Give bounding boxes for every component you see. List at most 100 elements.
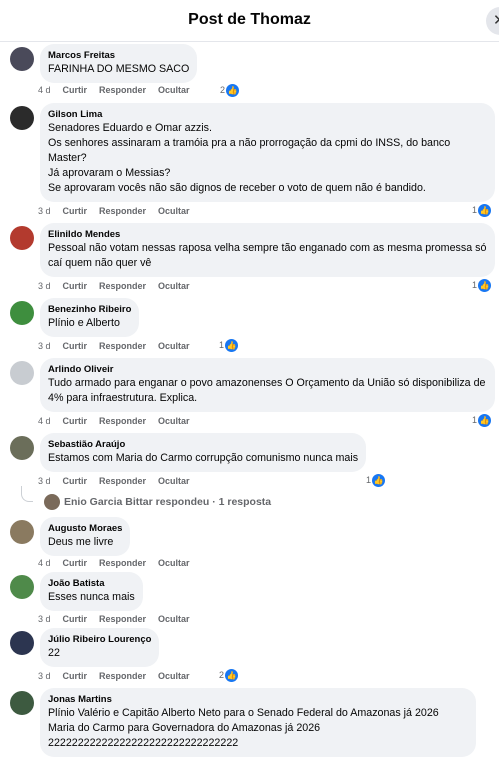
reply-button[interactable]: Responder <box>99 476 146 486</box>
reply-button[interactable]: Responder <box>99 614 146 624</box>
reaction-count[interactable]: 1 👍 <box>472 279 492 292</box>
comments-list: Marcos Freitas FARINHA DO MESMO SACO 4 d… <box>0 42 499 763</box>
reply-button[interactable]: Responder <box>99 671 146 681</box>
comment-text: Estamos com Maria do Carmo corrupção com… <box>48 452 359 464</box>
dialog-header: Post de Thomaz ✕ <box>0 0 499 42</box>
reaction-count[interactable]: 1 👍 <box>472 204 492 217</box>
avatar[interactable] <box>10 106 34 130</box>
hide-button[interactable]: Ocultar <box>158 341 190 351</box>
comment-time[interactable]: 3 d <box>38 476 51 486</box>
avatar[interactable] <box>10 361 34 385</box>
comment-bubble: Jonas Martins Plínio Valério e Capitão A… <box>40 688 476 757</box>
comment-bubble: Gilson Lima Senadores Eduardo e Omar azz… <box>40 103 495 202</box>
comment-author[interactable]: Jonas Martins <box>48 693 468 706</box>
like-count: 1 <box>219 339 225 350</box>
hide-button[interactable]: Ocultar <box>158 558 190 568</box>
comment-actions: 3 d Curtir Responder Ocultar <box>38 341 202 351</box>
avatar <box>44 494 60 510</box>
like-button[interactable]: Curtir <box>63 558 88 568</box>
avatar[interactable] <box>10 520 34 544</box>
comment-actions: 4 d Curtir Responder Ocultar <box>38 558 202 568</box>
avatar[interactable] <box>10 47 34 71</box>
comment-time[interactable]: 3 d <box>38 614 51 624</box>
reaction-count[interactable]: 1 👍 <box>366 474 386 487</box>
view-replies-link[interactable]: Enio Garcia Bittar respondeu · 1 respost… <box>44 494 271 510</box>
avatar[interactable] <box>10 301 34 325</box>
like-button[interactable]: Curtir <box>63 281 88 291</box>
hide-button[interactable]: Ocultar <box>158 416 190 426</box>
hide-button[interactable]: Ocultar <box>158 614 190 624</box>
like-count: 1 <box>472 204 478 215</box>
hide-button[interactable]: Ocultar <box>158 476 190 486</box>
hide-button[interactable]: Ocultar <box>158 206 190 216</box>
comment-author[interactable]: Gilson Lima <box>48 108 487 121</box>
reply-button[interactable]: Responder <box>99 85 146 95</box>
like-count: 1 <box>366 474 372 485</box>
comment-author[interactable]: Benezinho Ribeiro <box>48 303 131 316</box>
reply-button[interactable]: Responder <box>99 281 146 291</box>
like-button[interactable]: Curtir <box>63 671 88 681</box>
like-icon: 👍 <box>225 669 239 682</box>
hide-button[interactable]: Ocultar <box>158 85 190 95</box>
reply-summary: Enio Garcia Bittar respondeu · 1 respost… <box>64 495 272 508</box>
avatar[interactable] <box>10 575 34 599</box>
hide-button[interactable]: Ocultar <box>158 281 190 291</box>
like-button[interactable]: Curtir <box>63 476 88 486</box>
comment-author[interactable]: Júlio Ribeiro Lourenço <box>48 633 151 646</box>
like-button[interactable]: Curtir <box>63 341 88 351</box>
reply-button[interactable]: Responder <box>99 416 146 426</box>
comment-time[interactable]: 3 d <box>38 206 51 216</box>
comment-author[interactable]: Augusto Moraes <box>48 522 122 535</box>
comment-text: Tudo armado para enganar o povo amazonen… <box>48 377 486 404</box>
reaction-count[interactable]: 1 👍 <box>472 414 492 427</box>
comment-time[interactable]: 4 d <box>38 416 51 426</box>
comment-actions: 3 d Curtir Responder Ocultar <box>38 671 202 681</box>
comment-author[interactable]: Arlindo Oliveir <box>48 363 487 376</box>
reaction-count[interactable]: 2 👍 <box>220 84 240 97</box>
comment-actions: 4 d Curtir Responder Ocultar <box>38 85 202 95</box>
comment-text: Senadores Eduardo e Omar azzis. Os senho… <box>48 122 451 194</box>
comment-text: FARINHA DO MESMO SACO <box>48 63 190 75</box>
comment-actions: 3 d Curtir Responder Ocultar <box>38 614 202 624</box>
comment-author[interactable]: Sebastião Araújo <box>48 438 358 451</box>
like-button[interactable]: Curtir <box>63 614 88 624</box>
comment-bubble: Elinildo Mendes Pessoal não votam nessas… <box>40 223 495 277</box>
avatar[interactable] <box>10 631 34 655</box>
comment-time[interactable]: 3 d <box>38 281 51 291</box>
like-button[interactable]: Curtir <box>63 206 88 216</box>
avatar[interactable] <box>10 436 34 460</box>
avatar[interactable] <box>10 226 34 250</box>
comment-author[interactable]: Elinildo Mendes <box>48 228 487 241</box>
comment-author[interactable]: Marcos Freitas <box>48 49 189 62</box>
comment-text: 22 <box>48 647 60 659</box>
like-button[interactable]: Curtir <box>63 85 88 95</box>
comment-bubble: Benezinho Ribeiro Plínio e Alberto <box>40 298 140 337</box>
like-button[interactable]: Curtir <box>63 416 88 426</box>
like-count: 1 <box>472 414 478 425</box>
comment-time[interactable]: 4 d <box>38 558 51 568</box>
like-icon: 👍 <box>478 279 492 292</box>
reply-button[interactable]: Responder <box>99 341 146 351</box>
comment-actions: 4 d Curtir Responder Ocultar <box>38 416 202 426</box>
comment-actions: 3 d Curtir Responder Ocultar <box>38 281 202 291</box>
comment-author[interactable]: João Batista <box>48 577 135 590</box>
comment-bubble: Arlindo Oliveir Tudo armado para enganar… <box>40 358 495 412</box>
post-title: Post de Thomaz <box>188 11 311 28</box>
comment-text: Deus me livre <box>48 536 114 548</box>
like-count: 2 <box>220 84 226 95</box>
hide-button[interactable]: Ocultar <box>158 671 190 681</box>
reaction-count[interactable]: 2 👍 <box>219 669 239 682</box>
comment-bubble: João Batista Esses nunca mais <box>40 572 143 611</box>
comment-actions: 3 d Curtir Responder Ocultar <box>38 476 202 486</box>
comment-actions: 3 d Curtir Responder Ocultar <box>38 206 202 216</box>
comment-time[interactable]: 3 d <box>38 671 51 681</box>
like-icon: 👍 <box>478 204 492 217</box>
comment-bubble: Augusto Moraes Deus me livre <box>40 517 131 556</box>
comment-text: Pessoal não votam nessas raposa velha se… <box>48 242 487 269</box>
reply-button[interactable]: Responder <box>99 206 146 216</box>
avatar[interactable] <box>10 691 34 715</box>
comment-time[interactable]: 3 d <box>38 341 51 351</box>
comment-time[interactable]: 4 d <box>38 85 51 95</box>
reaction-count[interactable]: 1 👍 <box>219 339 239 352</box>
reply-button[interactable]: Responder <box>99 558 146 568</box>
